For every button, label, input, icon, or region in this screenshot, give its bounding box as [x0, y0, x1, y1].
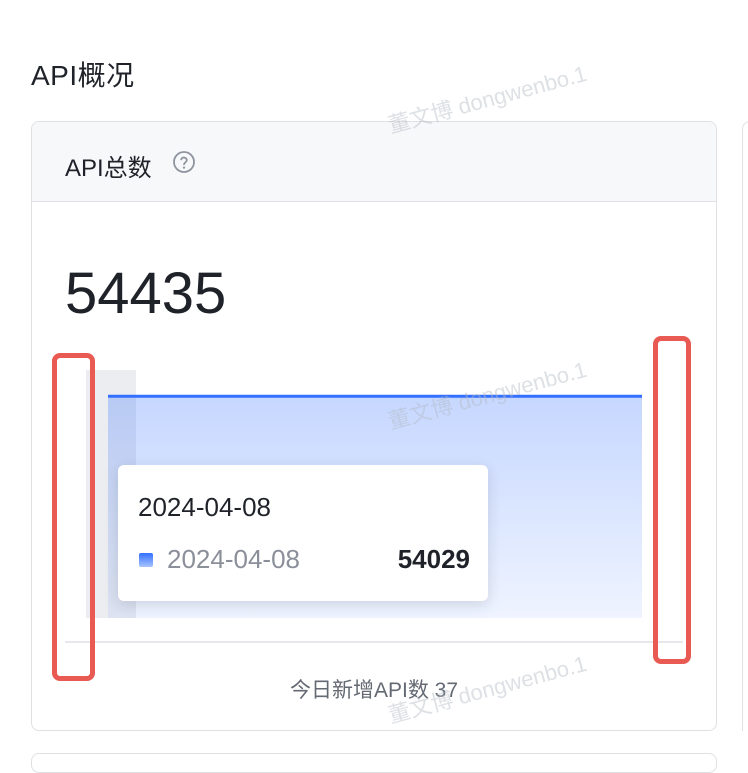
chart-tooltip: 2024-04-08 2024-04-08 54029: [118, 465, 488, 601]
next-card: [31, 753, 717, 773]
today-new-api-count: 今日新增API数 37: [289, 679, 459, 702]
section-title: API概况: [31, 60, 135, 91]
question-circle-icon[interactable]: [172, 150, 196, 174]
card-header: API总数: [32, 122, 716, 202]
annotation-box-left: [52, 353, 95, 681]
api-total-card: API总数 54435 今日新增API数 37 2024-04-08 2024-…: [31, 121, 717, 731]
tooltip-title: 2024-04-08: [138, 492, 271, 522]
api-total-value: 54435: [65, 261, 227, 326]
tooltip-series-value: 54029: [397, 544, 470, 574]
adjacent-card: [742, 121, 748, 731]
chart-divider: [65, 641, 683, 643]
series-marker-icon: [139, 553, 153, 567]
card-title: API总数: [65, 155, 152, 182]
tooltip-series-label: 2024-04-08: [167, 544, 300, 574]
annotation-box-right: [653, 336, 691, 664]
